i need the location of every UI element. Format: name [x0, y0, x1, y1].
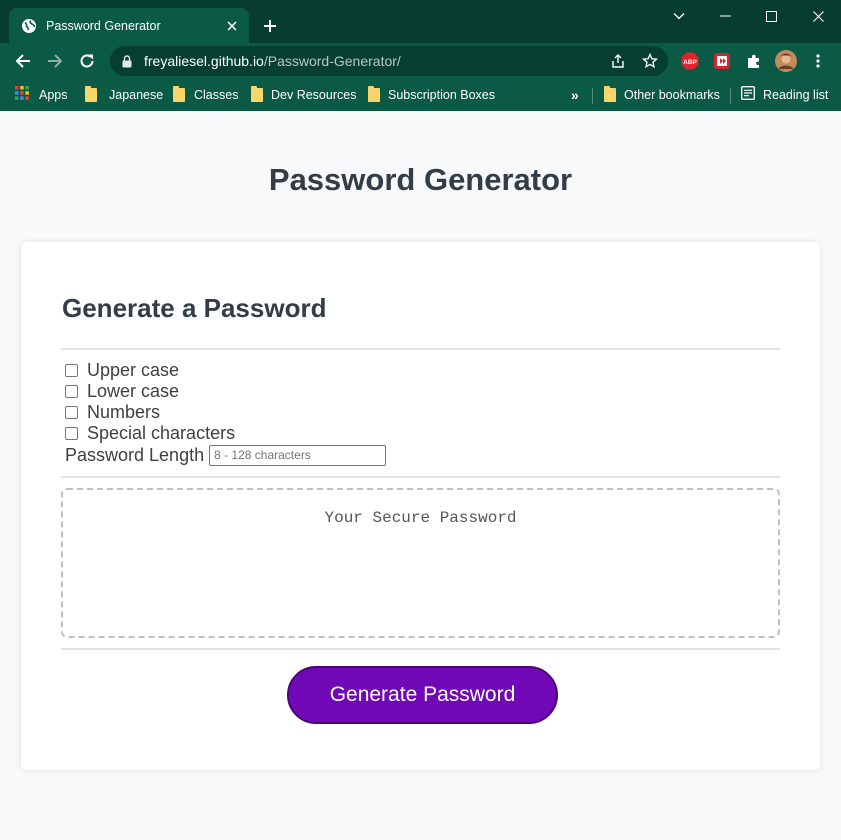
bookmark-label: Classes	[194, 88, 239, 102]
lower-case-checkbox[interactable]	[65, 384, 78, 398]
page-title: Password Generator	[268, 162, 573, 197]
password-length-input[interactable]	[209, 444, 387, 466]
bookmark-apps[interactable]: Apps	[15, 85, 68, 105]
reading-list[interactable]: Reading list	[741, 85, 828, 105]
reading-list-label: Reading list	[763, 88, 829, 102]
url-text: freyaliesel.github.io/Password-Generator…	[144, 53, 401, 69]
maximize-icon[interactable]	[756, 4, 786, 28]
password-length-row: Password Length	[65, 444, 387, 466]
option-label: Numbers	[87, 401, 161, 422]
lock-icon	[122, 54, 134, 68]
divider	[61, 348, 780, 350]
reading-list-icon	[741, 85, 755, 105]
other-bookmarks-label: Other bookmarks	[624, 88, 720, 102]
bookmarks-divider	[592, 88, 593, 104]
tab-title: Password Generator	[46, 18, 161, 33]
folder-icon	[85, 86, 97, 102]
upper-case-checkbox[interactable]	[65, 363, 78, 377]
bookmark-classes[interactable]: Classes	[173, 85, 238, 105]
globe-icon	[21, 18, 37, 34]
folder-icon	[173, 86, 185, 102]
url-path: /Password-Generator/	[263, 53, 401, 69]
option-numbers[interactable]: Numbers	[65, 402, 160, 422]
svg-text:ABP: ABP	[683, 59, 697, 66]
reload-icon[interactable]	[74, 48, 100, 74]
folder-icon	[368, 86, 380, 102]
bookmark-japanese[interactable]: Japanese	[85, 85, 163, 105]
password-length-label: Password Length	[65, 444, 205, 465]
option-label: Lower case	[87, 380, 180, 401]
bookmark-label: Japanese	[109, 88, 164, 102]
window-close-icon[interactable]	[803, 4, 833, 28]
bookmark-dev-resources[interactable]: Dev Resources	[251, 85, 356, 105]
extension-red-icon[interactable]	[712, 51, 732, 71]
folder-icon	[604, 86, 616, 102]
address-bar[interactable]: freyaliesel.github.io/Password-Generator…	[110, 46, 668, 76]
tab-search-chevron-icon[interactable]	[664, 4, 694, 28]
option-lower-case[interactable]: Lower case	[65, 381, 179, 401]
other-bookmarks[interactable]: Other bookmarks	[604, 85, 720, 105]
bookmark-label: Dev Resources	[271, 88, 357, 102]
bookmarks-overflow-icon[interactable]: »	[571, 85, 579, 105]
bookmark-label: Apps	[39, 88, 68, 102]
extensions-puzzle-icon[interactable]	[744, 51, 764, 71]
new-tab-icon[interactable]	[259, 15, 281, 37]
bookmarks-divider	[730, 88, 731, 104]
browser-toolbar: freyaliesel.github.io/Password-Generator…	[0, 43, 841, 79]
bookmark-label: Subscription Boxes	[388, 88, 496, 102]
bookmarks-bar: Apps Japanese Classes Dev Resources Subs…	[0, 79, 841, 111]
share-icon[interactable]	[608, 51, 628, 71]
browser-titlebar: Password Generator	[0, 0, 841, 43]
back-arrow-icon[interactable]	[10, 48, 36, 74]
close-tab-icon[interactable]	[223, 17, 241, 35]
password-output[interactable]	[61, 488, 780, 638]
generate-password-button[interactable]: Generate Password	[287, 666, 558, 724]
special-characters-checkbox[interactable]	[65, 426, 78, 440]
bookmark-subscription-boxes[interactable]: Subscription Boxes	[368, 85, 495, 105]
divider	[61, 648, 780, 650]
browser-tab[interactable]: Password Generator	[9, 8, 249, 43]
star-bookmark-icon[interactable]	[640, 51, 660, 71]
folder-icon	[251, 86, 263, 102]
option-label: Upper case	[87, 359, 180, 380]
generator-card: Generate a Password Upper case Lower cas…	[21, 242, 820, 770]
apps-grid-icon	[15, 85, 29, 105]
option-label: Special characters	[87, 422, 236, 443]
option-upper-case[interactable]: Upper case	[65, 360, 179, 380]
profile-avatar[interactable]	[775, 50, 797, 72]
numbers-checkbox[interactable]	[65, 405, 78, 419]
more-menu-icon[interactable]	[808, 51, 828, 71]
card-heading: Generate a Password	[62, 293, 327, 323]
adblock-icon[interactable]: ABP	[680, 51, 700, 71]
minimize-icon[interactable]	[710, 4, 740, 28]
divider	[61, 476, 780, 478]
option-special-characters[interactable]: Special characters	[65, 423, 235, 443]
forward-arrow-icon[interactable]	[42, 48, 68, 74]
url-domain: freyaliesel.github.io	[144, 53, 264, 69]
